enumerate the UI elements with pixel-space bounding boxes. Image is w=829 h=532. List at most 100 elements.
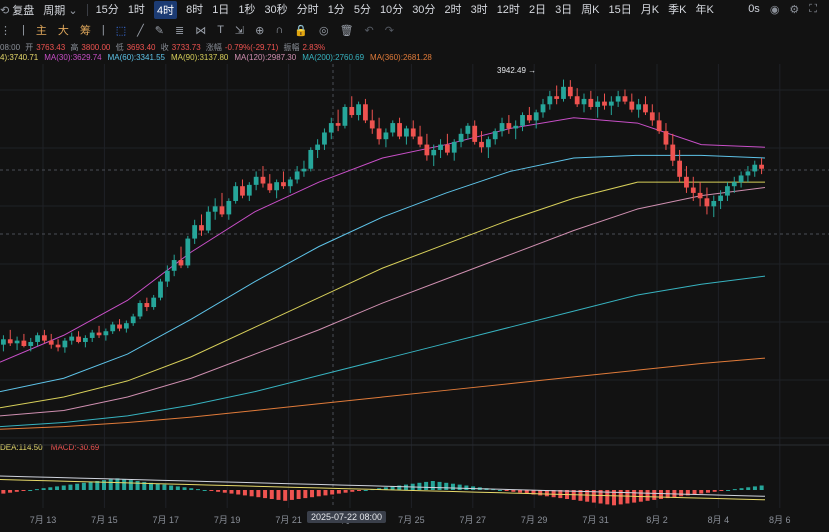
macd-bar [61,485,66,490]
macd-bar [638,490,643,502]
candle-body [62,340,68,348]
macd-bar [14,490,19,492]
candle-body [595,101,601,107]
candle-body [711,200,717,207]
candle-body [622,96,628,102]
crosshair-time-label: 2025-07-22 08:00 [307,511,387,523]
candle-body [602,101,607,106]
candle-body [240,186,245,196]
macd-bar [457,484,462,490]
candle-body [342,106,348,126]
macd-bar [209,490,214,491]
candle-body [21,340,27,346]
ma-line-ma360 [0,357,766,430]
macd-bar [357,490,362,491]
candle-body [663,131,669,145]
candle-body [485,139,491,148]
candle-body [267,183,273,191]
price-chart[interactable] [0,0,829,532]
macd-bar [75,483,80,490]
candle-body [506,123,512,129]
macd-bar [202,490,207,491]
ma-line-ma60 [0,154,766,393]
candle-body [479,141,484,148]
candle-body [431,149,437,156]
candle-body [581,98,587,105]
candle-body [151,297,157,308]
macd-bar [518,490,523,493]
macd-bar [511,490,516,492]
macd-bar [705,490,710,493]
candle-body [526,115,532,121]
candle-body [1,339,6,345]
macd-bar [48,487,53,490]
candle-body [328,123,334,133]
candle-body [725,186,730,196]
macd-bar [128,480,133,490]
candle-body [178,260,184,266]
macd-bar [752,486,757,490]
candle-body [376,128,382,140]
candle-body [123,323,129,329]
macd-bar [55,486,60,490]
candle-body [424,144,430,156]
candle-body [533,112,539,121]
candle-body [349,106,355,116]
macd-bar [195,489,200,491]
candle-body [567,86,573,97]
high-annotation: 3942.49 → [497,66,537,75]
macd-bar [497,490,502,491]
candle-body [185,238,191,266]
macd-bar [679,490,684,497]
macd-bar [323,490,328,496]
macd-bar [712,490,717,492]
candle-body [322,132,327,145]
candle-body [369,120,375,129]
candle-body [561,86,566,99]
candle-body [199,225,204,231]
macd-bar [343,490,348,493]
macd-bar [739,488,744,490]
candle-body [438,144,443,150]
candle-body [615,96,621,102]
macd-bar [41,488,46,490]
candle-body [144,303,150,308]
candle-body [356,104,361,116]
macd-bar [759,485,764,490]
candle-body [253,176,259,185]
candle-body [759,164,764,169]
candle-body [164,270,170,282]
candle-body [383,132,389,140]
macd-bar [719,490,724,491]
candle-body [301,168,307,172]
candle-body [745,171,751,176]
candle-body [76,336,81,342]
macd-bar [135,481,140,490]
candle-body [103,331,109,336]
candle-body [513,125,519,129]
macd-bar [464,485,469,490]
x-tick-label: 8月 6 [769,515,791,525]
macd-bar [310,490,315,498]
candle-body [397,123,402,137]
candle-body [212,206,218,212]
x-tick-label: 7月 19 [213,515,241,525]
candle-body [335,123,341,126]
candle-body [636,104,642,110]
candle-body [465,125,471,134]
candle-body [540,104,546,113]
candle-body [697,192,703,199]
macd-bar [444,482,449,490]
candle-body [48,340,54,345]
macd-bar [430,481,435,490]
candle-body [554,96,560,99]
x-tick-label: 7月 25 [398,515,425,525]
macd-bar [81,482,86,490]
candle-body [14,340,20,344]
macd-bar [68,484,73,490]
macd-bar [115,478,120,490]
candle-body [731,182,737,187]
macd-bar [256,490,261,498]
candle-body [35,335,40,342]
candle-body [684,176,689,188]
